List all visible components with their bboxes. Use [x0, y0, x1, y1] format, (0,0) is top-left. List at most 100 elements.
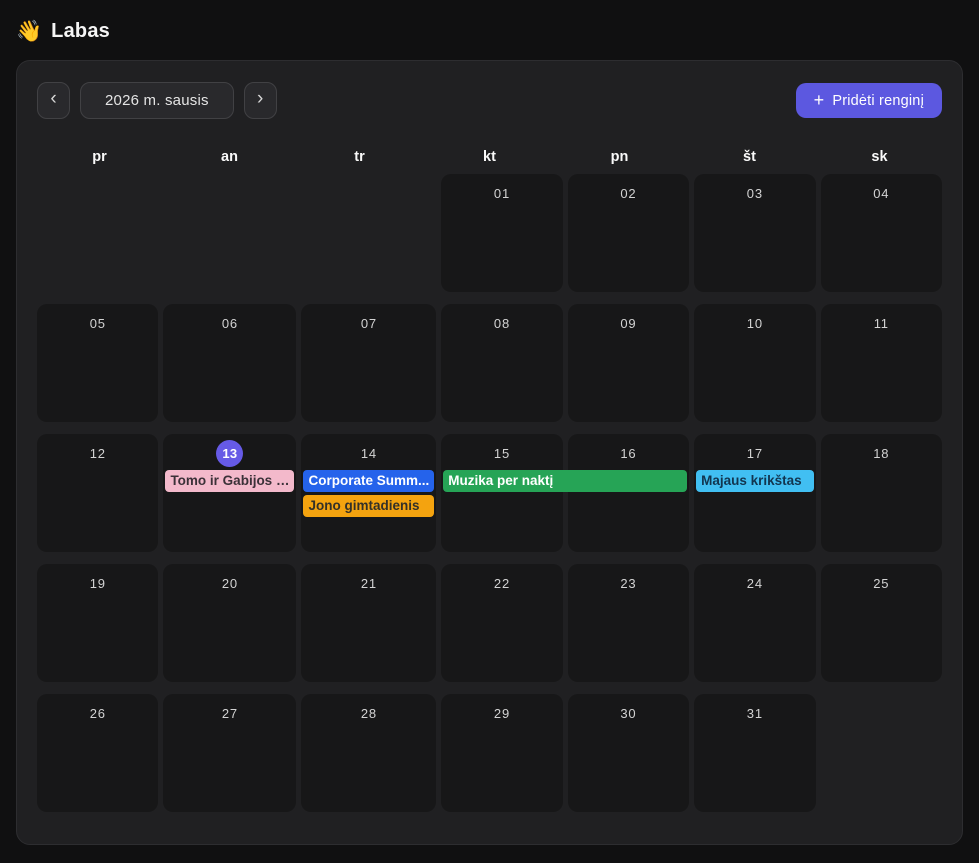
empty-slot [821, 694, 942, 812]
page-title: Labas [51, 20, 110, 43]
day-cell-29[interactable]: 29 [441, 694, 562, 812]
day-cell-19[interactable]: 19 [37, 564, 158, 682]
day-number-holder: 04 [823, 180, 940, 207]
day-cell-10[interactable]: 10 [694, 304, 815, 422]
month-navigation: ‹ 2026 m. sausis › [37, 82, 277, 119]
day-cell-26[interactable]: 26 [37, 694, 158, 812]
day-number-holder: 03 [696, 180, 813, 207]
day-number: 12 [90, 446, 106, 461]
day-cell-15[interactable]: 15 Muzika per naktį [441, 434, 562, 552]
day-number: 01 [494, 186, 510, 201]
calendar-card: ‹ 2026 m. sausis › + Pridėti renginį pra… [16, 60, 963, 845]
day-cell-17[interactable]: 17 Majaus krikštas [694, 434, 815, 552]
day-number-holder: 02 [570, 180, 687, 207]
day-number: 21 [361, 576, 377, 591]
day-cell-02[interactable]: 02 [568, 174, 689, 292]
empty-slot [163, 174, 296, 292]
events-container: Majaus krikštas [696, 470, 813, 492]
day-cell-20[interactable]: 20 [163, 564, 296, 682]
day-cell-11[interactable]: 11 [821, 304, 942, 422]
day-cell-14[interactable]: 14 Corporate Summ... Jono gimtadienis [301, 434, 436, 552]
day-number-holder: 05 [39, 310, 156, 337]
events-container: Corporate Summ... Jono gimtadienis [303, 470, 434, 517]
day-number-holder: 14 [303, 440, 434, 467]
next-month-button[interactable]: › [244, 82, 277, 119]
day-number: 14 [361, 446, 377, 461]
day-number-holder: 23 [570, 570, 687, 597]
event-bar[interactable]: Muzika per naktį [443, 470, 687, 492]
event-bar[interactable]: Jono gimtadienis [303, 495, 434, 517]
month-label-button[interactable]: 2026 m. sausis [80, 82, 234, 119]
day-number: 16 [620, 446, 636, 461]
day-cell-18[interactable]: 18 [821, 434, 942, 552]
day-number-holder: 17 [696, 440, 813, 467]
weekday-label-št: št [687, 147, 812, 167]
day-number: 25 [873, 576, 889, 591]
day-number-holder: 26 [39, 700, 156, 727]
day-cell-09[interactable]: 09 [568, 304, 689, 422]
day-cell-16[interactable]: 16 [568, 434, 689, 552]
day-cell-12[interactable]: 12 [37, 434, 158, 552]
event-bar[interactable]: Majaus krikštas [696, 470, 813, 492]
day-number-holder: 31 [696, 700, 813, 727]
day-cell-06[interactable]: 06 [163, 304, 296, 422]
day-number-holder: 16 [570, 440, 687, 467]
add-event-label: Pridėti renginį [832, 93, 924, 109]
day-number-holder: 01 [443, 180, 560, 207]
day-cell-05[interactable]: 05 [37, 304, 158, 422]
weekday-label-pn: pn [557, 147, 682, 167]
day-cell-28[interactable]: 28 [301, 694, 436, 812]
day-number: 27 [222, 706, 238, 721]
plus-icon: + [814, 91, 825, 111]
app-root: 👋 Labas ‹ 2026 m. sausis › + Pridėti ren… [0, 0, 979, 863]
prev-month-button[interactable]: ‹ [37, 82, 70, 119]
day-cell-08[interactable]: 08 [441, 304, 562, 422]
day-cell-03[interactable]: 03 [694, 174, 815, 292]
calendar-toolbar: ‹ 2026 m. sausis › + Pridėti renginį [37, 82, 942, 119]
day-number-holder: 24 [696, 570, 813, 597]
events-container: Tomo ir Gabijos … [165, 470, 294, 492]
weekday-label-pr: pr [37, 147, 162, 167]
add-event-button[interactable]: + Pridėti renginį [796, 83, 942, 118]
day-cell-31[interactable]: 31 [694, 694, 815, 812]
day-number-holder: 10 [696, 310, 813, 337]
day-number: 18 [873, 446, 889, 461]
events-container: Muzika per naktį [443, 470, 560, 492]
day-cell-25[interactable]: 25 [821, 564, 942, 682]
day-number: 24 [747, 576, 763, 591]
weekday-label-an: an [167, 147, 292, 167]
day-number: 11 [874, 316, 889, 331]
event-bar[interactable]: Corporate Summ... [303, 470, 434, 492]
day-number: 04 [873, 186, 889, 201]
day-number-holder: 30 [570, 700, 687, 727]
day-number-holder: 20 [165, 570, 294, 597]
day-number-holder: 28 [303, 700, 434, 727]
day-number: 19 [90, 576, 106, 591]
day-number: 10 [747, 316, 763, 331]
day-cell-22[interactable]: 22 [441, 564, 562, 682]
day-cell-07[interactable]: 07 [301, 304, 436, 422]
day-cell-21[interactable]: 21 [301, 564, 436, 682]
day-number-holder: 27 [165, 700, 294, 727]
day-cell-01[interactable]: 01 [441, 174, 562, 292]
day-number-holder: 29 [443, 700, 560, 727]
day-number: 17 [747, 446, 763, 461]
day-cell-13[interactable]: 13 Tomo ir Gabijos … [163, 434, 296, 552]
event-bar[interactable]: Tomo ir Gabijos … [165, 470, 294, 492]
today-badge: 13 [216, 440, 243, 467]
day-cell-27[interactable]: 27 [163, 694, 296, 812]
day-number-holder: 07 [303, 310, 434, 337]
day-number: 23 [620, 576, 636, 591]
day-number: 22 [494, 576, 510, 591]
day-number-holder: 15 [443, 440, 560, 467]
day-cell-04[interactable]: 04 [821, 174, 942, 292]
day-number: 02 [620, 186, 636, 201]
day-number-holder: 08 [443, 310, 560, 337]
day-number: 06 [222, 316, 238, 331]
day-cell-24[interactable]: 24 [694, 564, 815, 682]
weekday-label-sk: sk [817, 147, 942, 167]
app-header: 👋 Labas [0, 0, 979, 54]
day-cell-30[interactable]: 30 [568, 694, 689, 812]
weekday-label-kt: kt [427, 147, 552, 167]
day-cell-23[interactable]: 23 [568, 564, 689, 682]
